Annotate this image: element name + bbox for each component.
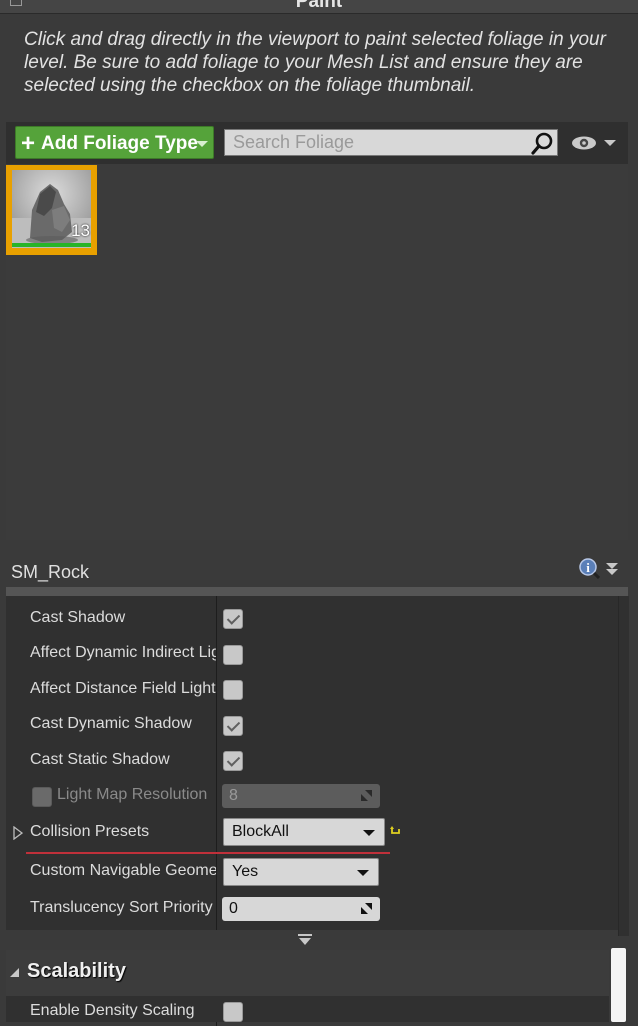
prop-label-cast-dynamic-shadow: Cast Dynamic Shadow (30, 715, 192, 732)
show-advanced-icon[interactable] (297, 934, 313, 946)
property-scrollbar[interactable] (618, 596, 629, 936)
search-foliage-field[interactable] (224, 129, 558, 156)
prop-label-translucency-sort: Translucency Sort Priority (30, 899, 213, 916)
spin-arrows-icon (361, 903, 372, 914)
spin-arrows-icon (361, 790, 372, 801)
affect-distance-field-checkbox[interactable] (223, 680, 243, 700)
details-divider (6, 587, 628, 596)
translucency-sort-priority-field[interactable]: 0 (222, 897, 380, 921)
add-foliage-type-button[interactable]: + Add Foliage Type (15, 126, 214, 159)
collision-presets-value: BlockAll (232, 823, 289, 840)
search-input[interactable] (225, 130, 533, 155)
cast-dynamic-shadow-checkbox[interactable] (223, 716, 243, 736)
view-options-eye-icon[interactable] (570, 133, 618, 153)
plus-icon: + (21, 130, 36, 157)
foliage-instance-count: 13 (71, 221, 90, 240)
enable-density-scaling-checkbox[interactable] (223, 1002, 243, 1022)
scalability-title: Scalability (27, 960, 126, 982)
search-icon[interactable] (531, 131, 555, 155)
details-title: SM_Rock (11, 562, 90, 582)
prop-label-collision-presets: Collision Presets (30, 823, 150, 840)
reset-to-default-icon[interactable] (390, 826, 402, 838)
chevron-down-icon (196, 141, 208, 147)
foliage-list-area (6, 164, 628, 540)
light-map-resolution-value: 8 (229, 787, 238, 804)
prop-label-affect-distance-field: Affect Distance Field Lighting (30, 680, 216, 697)
collapse-triangle-icon[interactable] (10, 968, 19, 977)
paint-instructions: Click and drag directly in the viewport … (24, 29, 606, 96)
affect-dynamic-indirect-checkbox[interactable] (223, 645, 243, 665)
chevron-down-icon (357, 870, 369, 876)
scrollbar-thumb[interactable] (611, 948, 626, 1022)
expand-triangle-icon[interactable] (13, 826, 23, 840)
light-map-resolution-field[interactable]: 8 (222, 784, 380, 808)
foliage-active-bar (12, 243, 91, 247)
collision-presets-highlight (26, 852, 390, 854)
add-foliage-type-label: Add Foliage Type (41, 133, 198, 154)
custom-navigable-geometry-value: Yes (232, 863, 259, 880)
prop-label-cast-shadow: Cast Shadow (30, 609, 126, 626)
cast-shadow-checkbox[interactable] (223, 609, 243, 629)
search-details-icon[interactable]: i (578, 557, 600, 579)
prop-label-enable-density-scaling: Enable Density Scaling (30, 1002, 195, 1019)
translucency-sort-priority-value: 0 (229, 900, 238, 917)
double-chevron-down-icon[interactable] (605, 562, 619, 576)
collision-presets-dropdown[interactable]: BlockAll (223, 818, 385, 846)
chevron-down-icon (363, 830, 375, 836)
prop-label-cast-static-shadow: Cast Static Shadow (30, 751, 170, 768)
light-map-override-checkbox[interactable] (32, 787, 52, 807)
prop-label-custom-navigable: Custom Navigable Geometry (30, 862, 216, 879)
custom-navigable-geometry-dropdown[interactable]: Yes (223, 858, 379, 886)
prop-label-light-map-resolution: Light Map Resolution (57, 786, 208, 803)
panel-title: Paint (295, 0, 343, 12)
cast-static-shadow-checkbox[interactable] (223, 751, 243, 771)
svg-text:i: i (586, 560, 590, 575)
prop-label-affect-dynamic-indirect: Affect Dynamic Indirect Lighting (30, 644, 216, 661)
